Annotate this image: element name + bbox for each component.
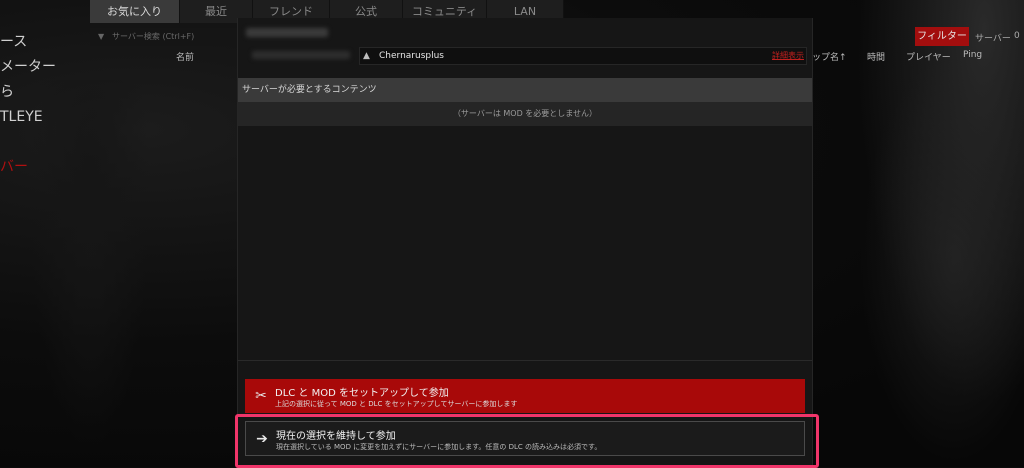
details-link[interactable]: 詳細表示 — [772, 48, 804, 64]
background-tree — [834, 0, 1024, 467]
required-content-header: サーバーが必要とするコンテンツ — [238, 78, 812, 102]
tools-icon: ✂ — [255, 388, 267, 404]
tab-favorites[interactable]: お気に入り — [90, 0, 180, 23]
blurred-server-address — [252, 51, 350, 59]
column-time[interactable]: 時間 — [867, 50, 885, 63]
menu-item-4[interactable]: TLEYE — [0, 105, 56, 130]
highlight-box — [235, 414, 819, 468]
no-mod-required-text: （サーバーは MOD を必要としません） — [238, 102, 812, 126]
server-count-value: 0 — [1014, 31, 1020, 41]
mountain-icon: ▲ — [363, 51, 370, 61]
map-name: Chernarusplus — [379, 51, 444, 61]
search-input[interactable]: ▼ サーバー検索 (Ctrl+F) — [90, 28, 238, 46]
required-content-title: サーバーが必要とするコンテンツ — [242, 85, 377, 95]
filter-funnel-icon: ▼ — [98, 32, 105, 41]
column-ping[interactable]: Ping — [963, 50, 982, 60]
setup-button-title: DLC と MOD をセットアップして参加 — [275, 388, 449, 399]
menu-item-1[interactable]: ース — [0, 30, 56, 55]
column-players[interactable]: プレイヤー — [906, 50, 951, 63]
map-row: ▲ Chernarusplus 詳細表示 — [359, 47, 807, 65]
menu-item-3[interactable]: ら — [0, 80, 56, 105]
menu-item-servers[interactable]: バー — [0, 155, 56, 180]
join-server-dialog: ▲ Chernarusplus 詳細表示 サーバーが必要とするコンテンツ （サー… — [237, 18, 813, 467]
column-map[interactable]: ップ名↑ — [812, 50, 847, 63]
menu-item-2[interactable]: メーター — [0, 55, 56, 80]
divider — [238, 360, 812, 361]
filter-button[interactable]: フィルター — [915, 27, 969, 46]
search-placeholder: サーバー検索 (Ctrl+F) — [112, 32, 195, 41]
menu-spacer — [0, 130, 56, 155]
server-count-label: サーバー — [975, 34, 1011, 44]
left-menu: ース メーター ら TLEYE バー — [0, 30, 56, 180]
column-name[interactable]: 名前 — [176, 50, 194, 63]
setup-button-subtitle: 上記の選択に従って MOD と DLC をセットアップしてサーバーに参加します — [275, 400, 518, 408]
setup-and-join-button[interactable]: ✂ DLC と MOD をセットアップして参加 上記の選択に従って MOD と … — [245, 379, 805, 413]
blurred-server-name — [246, 28, 328, 37]
